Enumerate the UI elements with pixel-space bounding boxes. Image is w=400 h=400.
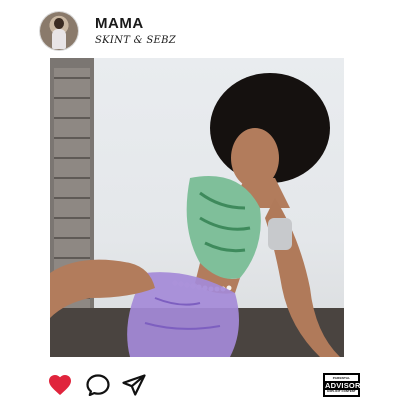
avatar-body <box>52 29 66 49</box>
comment-icon[interactable] <box>86 374 110 396</box>
photo-illustration <box>50 58 344 357</box>
parental-advisory-badge: PARENTAL ADVISORY EXPLICIT CONTENT <box>323 373 365 397</box>
avatar[interactable] <box>40 12 78 50</box>
heart-icon[interactable] <box>48 374 72 396</box>
arm-cuff <box>268 218 292 250</box>
send-icon[interactable] <box>122 374 146 396</box>
post-photo[interactable] <box>50 58 344 357</box>
post-title: MAMA <box>95 15 144 32</box>
post-card: MAMA SKINT & SEBZ PARENTAL ADVISORY EXPL… <box>0 0 400 400</box>
advisory-line3: EXPLICIT CONTENT <box>327 388 356 393</box>
post-subtitle[interactable]: SKINT & SEBZ <box>95 35 176 46</box>
avatar-head <box>54 18 64 29</box>
